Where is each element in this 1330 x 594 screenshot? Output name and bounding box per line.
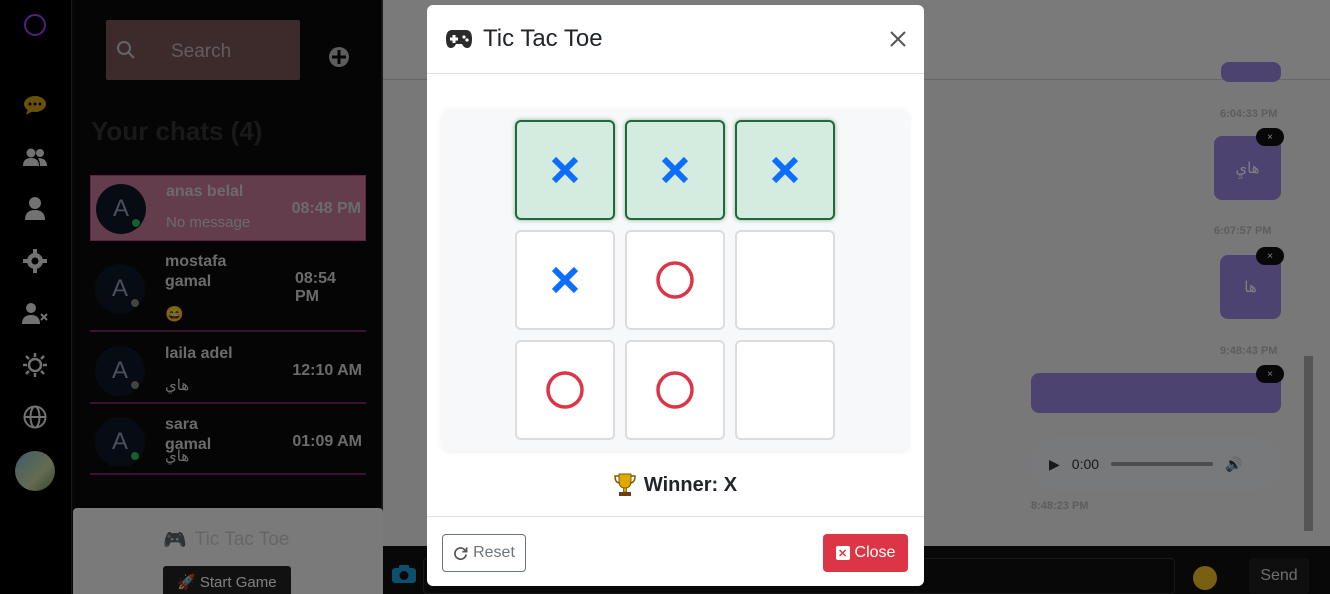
cell-mark-text: O [585, 370, 586, 371]
board-cell[interactable]: X [735, 120, 835, 220]
board-cell[interactable]: O [625, 340, 725, 440]
board-cell[interactable]: O [515, 340, 615, 440]
cell-mark-text: X [580, 265, 581, 266]
board-cell[interactable]: X [625, 120, 725, 220]
cell-mark: O [545, 370, 585, 410]
cell-mark-text: O [695, 260, 696, 261]
winner-banner: Winner: X [427, 473, 924, 497]
cell-mark-text: X [800, 155, 801, 156]
cell-mark: O [655, 260, 695, 300]
close-icon[interactable] [888, 29, 908, 49]
modal-title-text: Tic Tac Toe [483, 25, 603, 52]
cell-mark: X [770, 155, 800, 185]
reset-button[interactable]: Reset [442, 534, 526, 572]
x-mark-icon [551, 156, 579, 184]
tic-tac-toe-modal: Tic Tac Toe X X X X O O O Winner: X [427, 5, 924, 586]
cell-mark: X [660, 155, 690, 185]
close-button[interactable]: ✕ Close [823, 534, 908, 572]
x-mark-icon [771, 156, 799, 184]
o-mark-icon [546, 371, 584, 409]
x-mark-icon [551, 266, 579, 294]
winner-text: Winner: X [643, 473, 738, 496]
cell-mark-text: X [580, 155, 581, 156]
cell-mark-text: O [695, 370, 696, 371]
reset-label: Reset [473, 544, 515, 561]
close-x-icon: ✕ [835, 546, 850, 560]
board-cell[interactable] [735, 340, 835, 440]
board-cell[interactable]: X [515, 230, 615, 330]
o-mark-icon [656, 261, 694, 299]
modal-header: Tic Tac Toe [427, 5, 924, 74]
cell-mark: X [550, 155, 580, 185]
trophy-icon [614, 473, 636, 496]
board-cell[interactable]: X [515, 120, 615, 220]
modal-footer: Reset ✕ Close [427, 516, 924, 586]
cell-mark: X [550, 265, 580, 295]
reset-icon [454, 546, 468, 560]
gamepad-icon [446, 30, 472, 48]
board-cell[interactable]: O [625, 230, 725, 330]
game-board: X X X X O O O [442, 109, 909, 451]
close-label: Close [854, 544, 896, 561]
x-mark-icon [661, 156, 689, 184]
modal-title: Tic Tac Toe [445, 25, 603, 53]
cell-mark-text: X [690, 155, 691, 156]
board-cell[interactable] [735, 230, 835, 330]
cell-mark: O [655, 370, 695, 410]
o-mark-icon [656, 371, 694, 409]
